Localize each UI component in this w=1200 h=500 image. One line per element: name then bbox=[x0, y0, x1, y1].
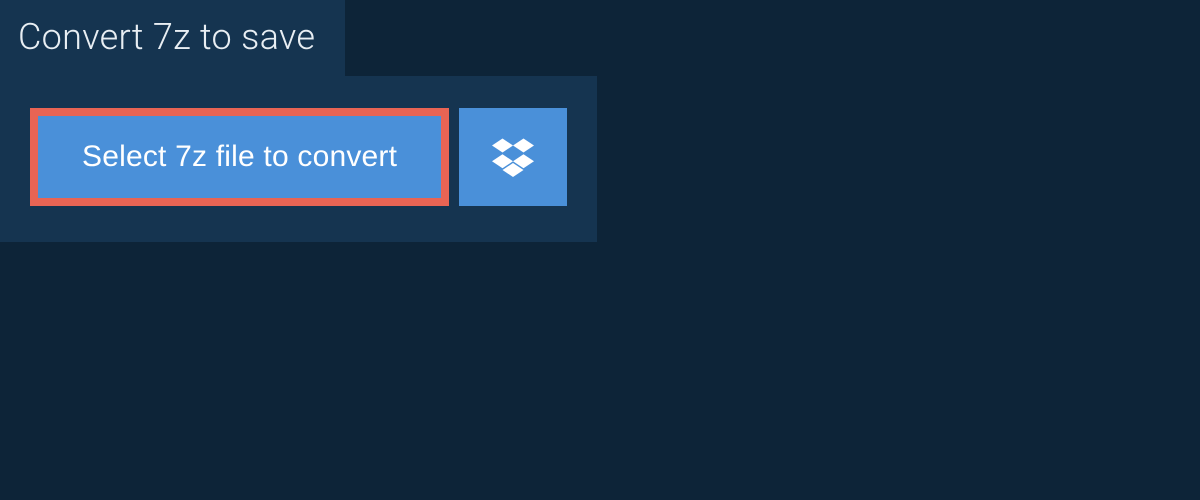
select-file-highlight: Select 7z file to convert bbox=[30, 108, 449, 206]
select-file-label: Select 7z file to convert bbox=[82, 140, 397, 173]
file-select-panel: Select 7z file to convert bbox=[0, 76, 597, 242]
converter-tab[interactable]: Convert 7z to save bbox=[0, 0, 345, 76]
select-file-button[interactable]: Select 7z file to convert bbox=[38, 116, 441, 198]
dropbox-icon bbox=[492, 135, 534, 180]
tab-title: Convert 7z to save bbox=[18, 16, 315, 58]
dropbox-button[interactable] bbox=[459, 108, 567, 206]
